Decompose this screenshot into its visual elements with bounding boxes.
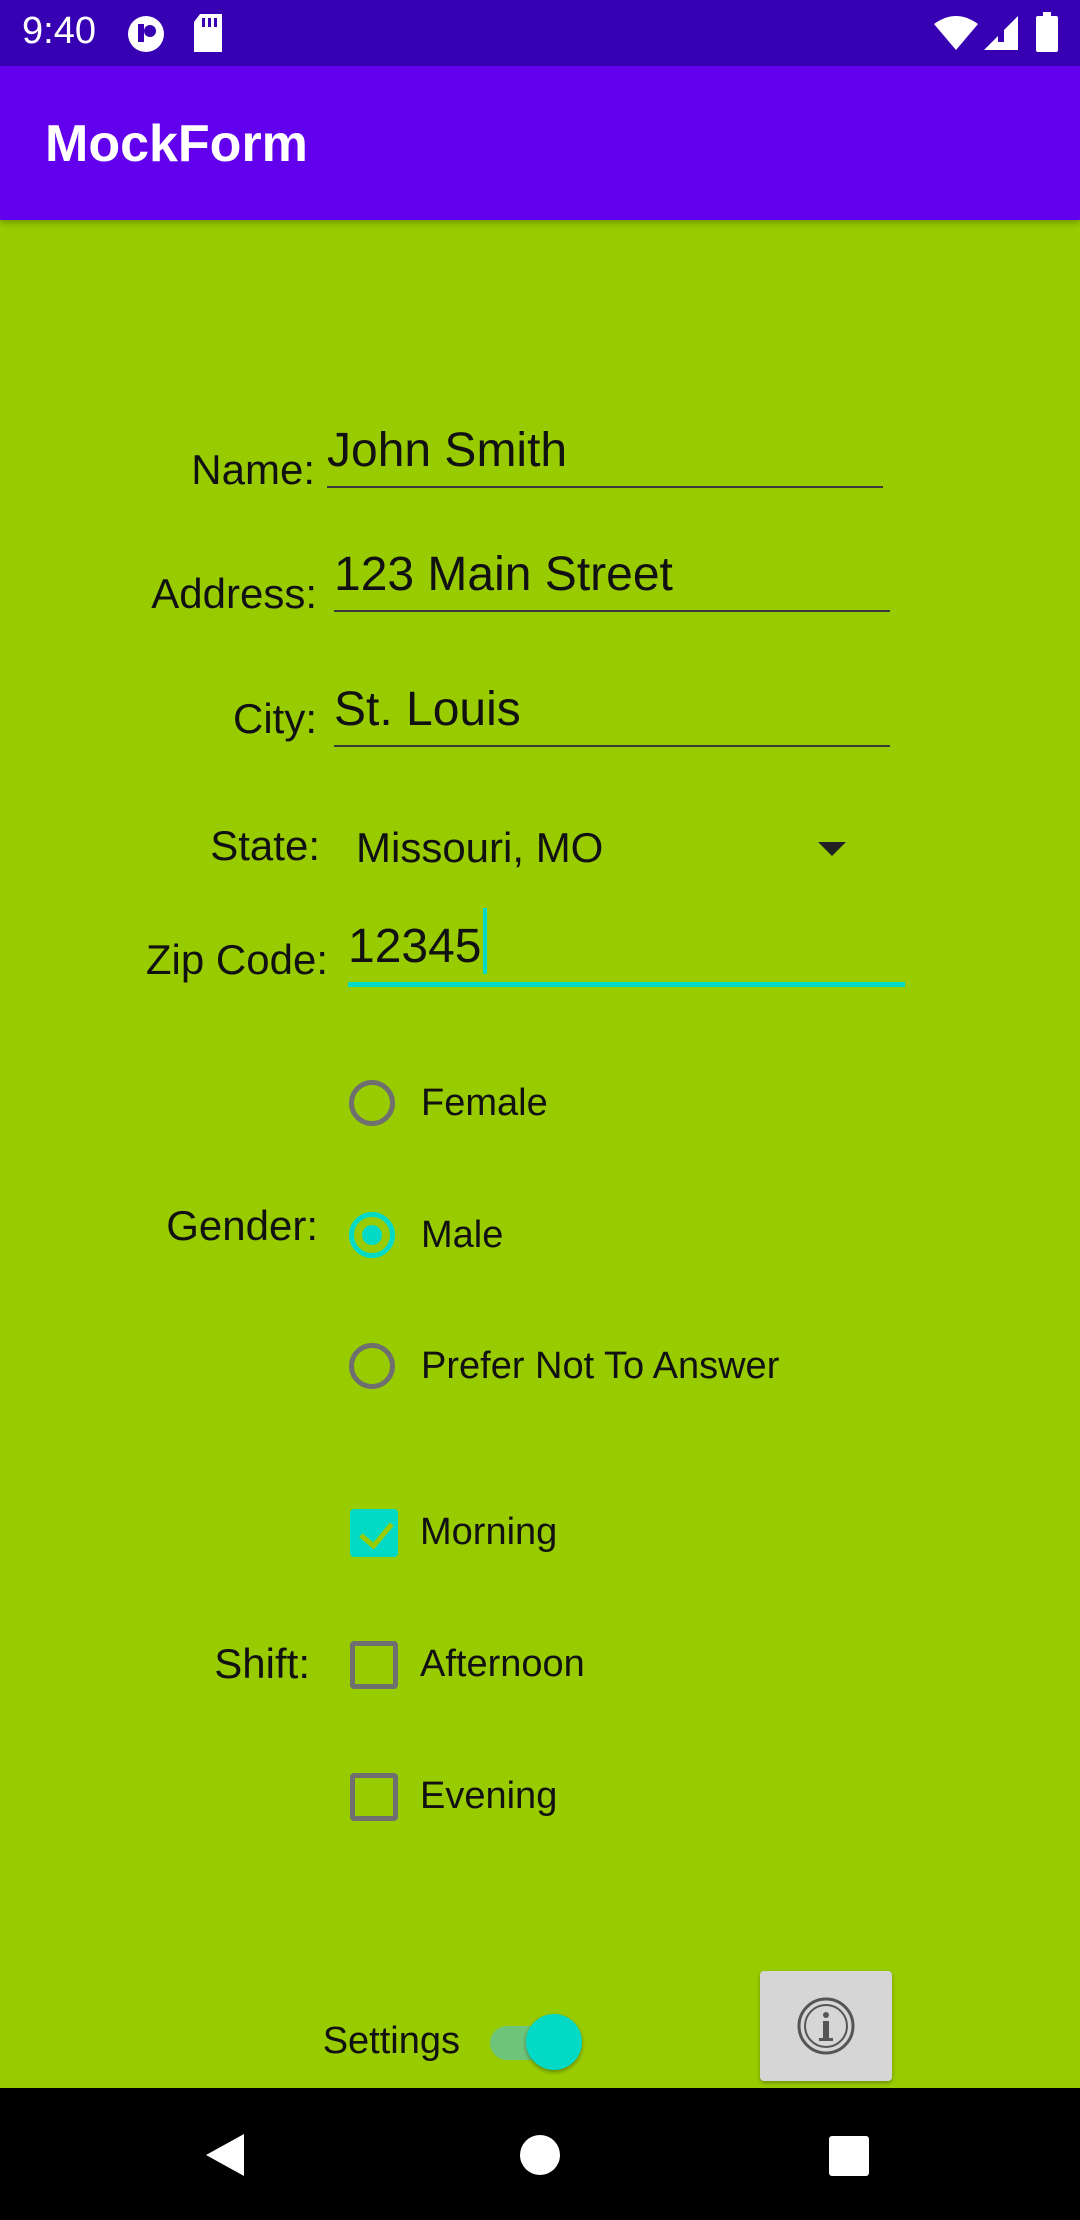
checkbox[interactable] (350, 1773, 398, 1821)
settings-switch[interactable] (490, 2012, 584, 2072)
shift-label: Shift: (214, 1640, 310, 1687)
info-icon (796, 1996, 856, 2061)
state-spinner[interactable]: Missouri, MO (356, 824, 856, 884)
zip-code-field[interactable]: 12345 (348, 908, 905, 987)
gender-option-label: Female (421, 1082, 548, 1124)
home-icon[interactable] (519, 2134, 561, 2181)
signal-icon (984, 16, 1018, 55)
settings-label: Settings (322, 2020, 460, 2062)
chevron-down-icon (818, 842, 846, 856)
checkbox[interactable] (350, 1641, 398, 1689)
checkbox-checked[interactable] (350, 1509, 398, 1557)
zip-code-value-wrap: 12345 (348, 908, 488, 974)
gender-option-label: Male (421, 1214, 504, 1256)
radio-button[interactable] (349, 1343, 395, 1389)
status-bar: 9:40 (0, 0, 1080, 66)
shift-option-evening[interactable]: Evening (350, 1773, 650, 1843)
radio-button[interactable] (349, 1080, 395, 1126)
address-value: 123 Main Street (334, 548, 673, 601)
address-label: Address: (151, 570, 317, 617)
info-button[interactable] (760, 1971, 892, 2081)
name-label: Name: (191, 446, 315, 493)
shift-option-afternoon[interactable]: Afternoon (350, 1641, 650, 1711)
app-bar: MockForm (0, 66, 1080, 220)
app-title: MockForm (45, 115, 308, 173)
name-field[interactable]: John Smith (327, 416, 883, 488)
mock-form: Name: John Smith Address: 123 Main Stree… (0, 220, 1080, 2088)
status-time: 9:40 (22, 10, 96, 52)
shift-option-label: Morning (420, 1511, 558, 1553)
radio-button-checked[interactable] (349, 1212, 395, 1258)
gender-option-label: Prefer Not To Answer (421, 1345, 780, 1387)
zip-code-value: 12345 (348, 920, 482, 973)
gender-option-male[interactable]: Male (349, 1212, 649, 1282)
state-value: Missouri, MO (356, 824, 604, 871)
wifi-icon (934, 16, 978, 55)
shift-option-label: Evening (420, 1775, 558, 1817)
gender-option-prefer-not[interactable]: Prefer Not To Answer (349, 1343, 849, 1413)
shift-option-label: Afternoon (420, 1643, 585, 1685)
switch-thumb[interactable] (526, 2014, 582, 2070)
battery-icon (1036, 12, 1058, 57)
gender-label: Gender: (166, 1202, 318, 1249)
state-label: State: (210, 822, 320, 869)
navigation-bar (0, 2088, 1080, 2220)
city-field[interactable]: St. Louis (334, 675, 890, 747)
recents-icon[interactable] (829, 2136, 869, 2181)
zip-code-label: Zip Code: (145, 936, 328, 983)
gender-option-female[interactable]: Female (349, 1080, 649, 1150)
city-value: St. Louis (334, 683, 521, 736)
back-icon[interactable] (204, 2132, 250, 2183)
name-value: John Smith (327, 424, 568, 477)
sd-card-icon (192, 14, 224, 57)
address-field[interactable]: 123 Main Street (334, 540, 890, 612)
text-cursor (483, 908, 488, 974)
city-label: City: (233, 695, 317, 742)
shift-option-morning[interactable]: Morning (350, 1509, 650, 1579)
notification-icon (126, 14, 166, 59)
